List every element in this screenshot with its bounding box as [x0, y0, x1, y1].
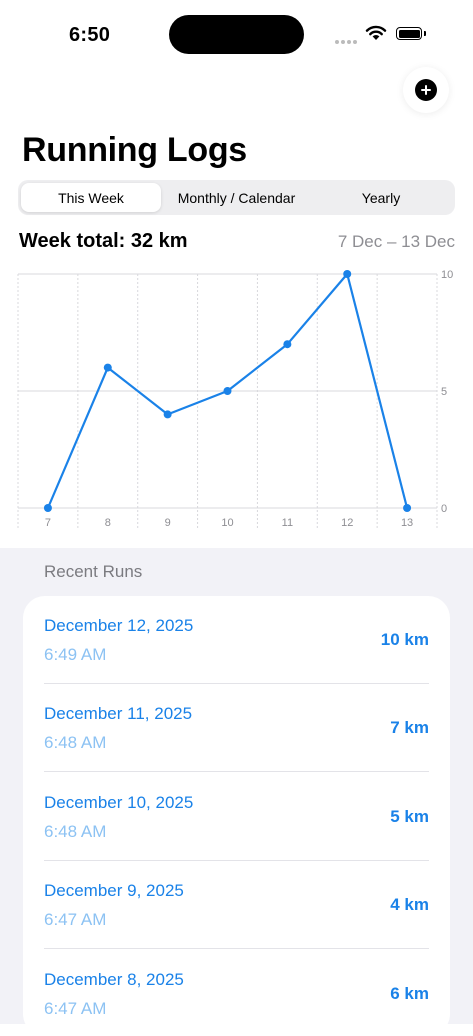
data-point	[343, 270, 352, 278]
run-time: 6:47 AM	[44, 999, 107, 1018]
run-row[interactable]: December 12, 2025 6:49 AM 10 km	[23, 596, 450, 684]
x-tick-label: 8	[105, 517, 111, 529]
dynamic-island	[169, 15, 304, 54]
run-time: 6:49 AM	[44, 645, 107, 664]
tab-this-week[interactable]: This Week	[21, 183, 161, 212]
weekly-distance-chart: 0 5 10 7 8 9 10 11 12 13	[17, 269, 453, 529]
run-distance: 5 km	[390, 807, 429, 826]
x-tick-label: 11	[282, 517, 293, 529]
run-distance: 6 km	[390, 984, 429, 1003]
week-total: Week total: 32 km	[19, 230, 188, 252]
run-date: December 12, 2025	[44, 616, 194, 635]
run-row[interactable]: December 8, 2025 6:47 AM 6 km	[23, 950, 450, 1036]
run-row[interactable]: December 10, 2025 6:48 AM 5 km	[23, 773, 450, 861]
run-date: December 8, 2025	[44, 970, 184, 989]
data-point	[403, 504, 412, 512]
status-bar: 6:50	[0, 0, 473, 70]
data-point	[43, 504, 52, 512]
date-range: 7 Dec – 13 Dec	[337, 232, 455, 251]
y-tick-label: 0	[441, 503, 447, 515]
wifi-icon	[365, 25, 387, 40]
run-distance: 7 km	[390, 718, 429, 737]
tab-monthly-calendar[interactable]: Monthly / Calendar	[165, 183, 308, 212]
data-point	[103, 363, 112, 372]
section-header: Recent Runs	[44, 562, 143, 581]
x-tick-label: 10	[221, 517, 233, 529]
recent-runs-section: Recent Runs December 12, 2025 6:49 AM 10…	[0, 548, 473, 1036]
run-date: December 10, 2025	[44, 793, 194, 812]
run-time: 6:47 AM	[44, 910, 107, 929]
cellular-signal-icon	[335, 33, 361, 44]
run-distance: 4 km	[390, 895, 429, 914]
run-row[interactable]: December 9, 2025 6:47 AM 4 km	[23, 861, 450, 949]
row-divider	[44, 771, 429, 772]
recent-runs-list: December 12, 2025 6:49 AM 10 km December…	[23, 596, 450, 1036]
run-time: 6:48 AM	[44, 822, 107, 841]
x-tick-label: 13	[401, 517, 413, 529]
run-date: December 9, 2025	[44, 881, 184, 900]
run-time: 6:48 AM	[44, 733, 107, 752]
add-run-button[interactable]	[403, 67, 449, 113]
x-tick-label: 12	[341, 517, 353, 529]
period-segmented-control: This Week Monthly / Calendar Yearly	[18, 180, 455, 215]
run-date: December 11, 2025	[44, 704, 193, 723]
x-tick-label: 7	[45, 517, 51, 529]
data-point	[223, 387, 232, 395]
tab-yearly[interactable]: Yearly	[310, 183, 452, 212]
page-title: Running Logs	[22, 131, 247, 169]
run-distance: 10 km	[380, 630, 429, 649]
status-time: 6:50	[69, 24, 111, 46]
data-point	[283, 340, 292, 349]
y-tick-label: 10	[441, 269, 453, 281]
run-row[interactable]: December 11, 2025 6:48 AM 7 km	[23, 684, 450, 772]
data-point	[163, 410, 172, 419]
row-divider	[44, 948, 429, 949]
battery-icon	[396, 27, 422, 40]
x-tick-label: 9	[165, 517, 171, 529]
plus-circle-icon	[415, 79, 437, 101]
y-tick-label: 5	[441, 386, 447, 398]
